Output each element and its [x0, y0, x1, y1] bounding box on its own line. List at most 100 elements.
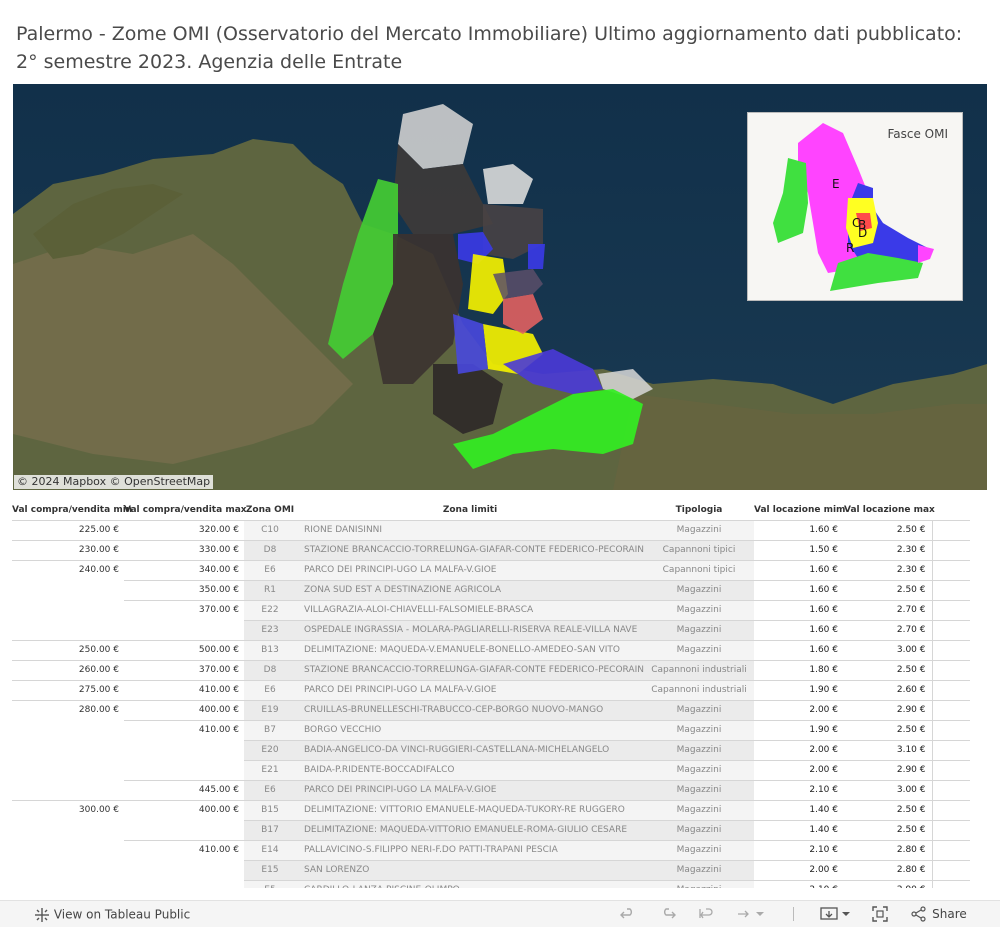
- header-lmax[interactable]: Val locazione max: [844, 500, 935, 520]
- share-label: Share: [932, 907, 967, 921]
- cell-spacer: [931, 819, 970, 840]
- cell-zona: D8: [244, 659, 296, 680]
- table-row[interactable]: 445.00 € E6 PARCO DEI PRINCIPI-UGO LA MALF…: [12, 779, 970, 800]
- refresh-icon: [738, 910, 764, 918]
- cell-lmax: 2.50 €: [844, 719, 932, 740]
- table-row[interactable]: B17 DELIMITAZIONE: MAQUEDA-VITTORIO EMANU…: [12, 819, 970, 840]
- cell-lmin: 1.60 €: [754, 619, 844, 640]
- cell-lim: PALLAVICINO-S.FILIPPO NERI-F.DO PATTI-TR…: [296, 839, 644, 860]
- view-on-tableau-link[interactable]: View on Tableau Public: [34, 906, 190, 923]
- cell-pmin: 300.00 €: [12, 799, 124, 820]
- table-row[interactable]: 410.00 € B7 BORGO VECCHIO Magazzini 1.90 €2.…: [12, 719, 970, 740]
- cell-lmax: 2.90 €: [844, 759, 932, 780]
- table-body: 225.00 €320.00 € C10 RIONE DANISINNI Magazz…: [12, 519, 970, 888]
- table-row[interactable]: E23 OSPEDALE INGRASSIA - MOLARA-PAGLIAREL…: [12, 619, 970, 640]
- cell-pmin: [12, 760, 124, 780]
- header-zona[interactable]: Zona OMI: [244, 500, 296, 520]
- cell-pmin: 275.00 €: [12, 679, 124, 700]
- table-row[interactable]: 370.00 € E22 VILLAGRAZIA-ALOI-CHIAVELLI-FA…: [12, 599, 970, 620]
- cell-tip: Magazzini: [644, 759, 754, 780]
- cell-lmax: 2.80 €: [844, 839, 932, 860]
- inset-label-R: R: [846, 241, 854, 255]
- cell-tip: Magazzini: [644, 579, 754, 600]
- cell-pmin: 225.00 €: [12, 519, 124, 540]
- cell-lmax: 2.50 €: [844, 819, 932, 840]
- table-row[interactable]: 260.00 €370.00 € D8 STAZIONE BRANCACCIO-TO…: [12, 659, 970, 680]
- cell-pmax: 370.00 €: [124, 599, 244, 620]
- header-pmax[interactable]: Val compra/vendita max: [124, 500, 247, 520]
- inset-zone-E-east: [918, 245, 934, 263]
- cell-lmax: 2.70 €: [844, 599, 932, 620]
- cell-tip: Magazzini: [644, 859, 754, 880]
- share-button[interactable]: Share: [910, 906, 967, 923]
- table-row[interactable]: 250.00 €500.00 € B13 DELIMITAZIONE: MAQUED…: [12, 639, 970, 660]
- fullscreen-icon: [872, 906, 888, 922]
- header-limiti[interactable]: Zona limiti: [296, 500, 644, 520]
- header-lmin[interactable]: Val locazione mim: [754, 500, 845, 520]
- fullscreen-button[interactable]: [872, 906, 888, 923]
- cell-lim: VILLAGRAZIA-ALOI-CHIAVELLI-FALSOMIELE-BR…: [296, 599, 644, 620]
- cell-tip: Magazzini: [644, 779, 754, 800]
- cell-pmax: 340.00 €: [124, 559, 244, 580]
- cell-tip: Capannoni industriali: [644, 659, 754, 680]
- cell-lim: CRUILLAS-BRUNELLESCHI-TRABUCCO-CEP-BORGO…: [296, 699, 644, 720]
- cell-pmin: 250.00 €: [12, 639, 124, 660]
- revert-button[interactable]: [698, 906, 714, 923]
- table-row[interactable]: E20 BADIA-ANGELICO-DA VINCI-RUGGIERI-CAST…: [12, 739, 970, 760]
- download-button[interactable]: [820, 906, 852, 923]
- cell-lmax: 2.30 €: [844, 539, 932, 560]
- cell-lim: OSPEDALE INGRASSIA - MOLARA-PAGLIARELLI-…: [296, 619, 644, 640]
- table-row[interactable]: E21 BAIDA-P.RIDENTE-BOCCADIFALCO Magazzini…: [12, 759, 970, 780]
- cell-pmax: 330.00 €: [124, 539, 244, 560]
- table-row[interactable]: 275.00 €410.00 € E6 PARCO DEI PRINCIPI-UGO…: [12, 679, 970, 700]
- revert-icon: [699, 908, 713, 919]
- cell-zona: E23: [244, 619, 296, 640]
- cell-pmin: [12, 820, 124, 840]
- header-tipologia[interactable]: Tipologia: [644, 500, 754, 520]
- table-row[interactable]: E15 SAN LORENZO Magazzini 2.00 €2.80 €: [12, 859, 970, 880]
- cell-tip: Magazzini: [644, 839, 754, 860]
- cell-spacer: [931, 679, 970, 700]
- cell-spacer: [931, 879, 970, 888]
- cell-tip: Magazzini: [644, 519, 754, 540]
- cell-lmin: 1.60 €: [754, 579, 844, 600]
- cell-pmax: [124, 820, 244, 840]
- table-row[interactable]: E5CARDILLO-LANZA-PISCINE-OLIMPOMagazzini…: [12, 879, 970, 888]
- cell-spacer: [931, 639, 970, 660]
- table-row[interactable]: 280.00 €400.00 € E19 CRUILLAS-BRUNELLESCHI…: [12, 699, 970, 720]
- cell-tip: Magazzini: [644, 619, 754, 640]
- cell-lim: CARDILLO-LANZA-PISCINE-OLIMPO: [296, 879, 644, 888]
- table-row[interactable]: 300.00 €400.00 € B15 DELIMITAZIONE: VITTOR…: [12, 799, 970, 820]
- table-header-row: Val compra/vendita min Val compra/vendit…: [12, 500, 970, 520]
- cell-lmax: 2.50 €: [844, 519, 932, 540]
- map-attribution[interactable]: © 2024 Mapbox © OpenStreetMap: [14, 475, 214, 489]
- cell-lim: DELIMITAZIONE: VITTORIO EMANUELE-MAQUEDA…: [296, 799, 644, 820]
- cell-tip: Magazzini: [644, 799, 754, 820]
- cell-lim: BAIDA-P.RIDENTE-BOCCADIFALCO: [296, 759, 644, 780]
- table-row[interactable]: 225.00 €320.00 € C10 RIONE DANISINNI Magazz…: [12, 519, 970, 540]
- table-row[interactable]: 350.00 € R1 ZONA SUD EST A DESTINAZIONE AG…: [12, 579, 970, 600]
- undo-button[interactable]: [620, 906, 636, 923]
- cell-lmax: 3.10 €: [844, 739, 932, 760]
- table-row[interactable]: 230.00 €330.00 € D8 STAZIONE BRANCACCIO-TO…: [12, 539, 970, 560]
- toolbar-divider: [793, 907, 794, 921]
- cell-zona: E14: [244, 839, 296, 860]
- zone-map[interactable]: E C B D R Fasce OMI © 2024 Mapbox © Open…: [13, 84, 987, 490]
- table-row[interactable]: 240.00 €340.00 € E6 PARCO DEI PRINCIPI-UGO…: [12, 559, 970, 580]
- cell-lmin: 1.50 €: [754, 539, 844, 560]
- cell-pmin: 230.00 €: [12, 539, 124, 560]
- cell-pmax: 320.00 €: [124, 519, 244, 540]
- refresh-button[interactable]: [736, 906, 764, 923]
- cell-lmin: 1.90 €: [754, 719, 844, 740]
- cell-lmin: 1.60 €: [754, 639, 844, 660]
- table-row[interactable]: 410.00 € E14 PALLAVICINO-S.FILIPPO NERI-F.…: [12, 839, 970, 860]
- inset-map: E C B D R: [773, 123, 934, 291]
- redo-button[interactable]: [660, 906, 676, 923]
- cell-spacer: [931, 739, 970, 760]
- header-pmin[interactable]: Val compra/vendita min: [12, 500, 132, 520]
- cell-lmin: 2.00 €: [754, 699, 844, 720]
- cell-tip: Magazzini: [644, 639, 754, 660]
- cell-pmin: [12, 720, 124, 740]
- cell-tip: Capannoni tipici: [644, 539, 754, 560]
- data-table[interactable]: Val compra/vendita min Val compra/vendit…: [12, 500, 970, 888]
